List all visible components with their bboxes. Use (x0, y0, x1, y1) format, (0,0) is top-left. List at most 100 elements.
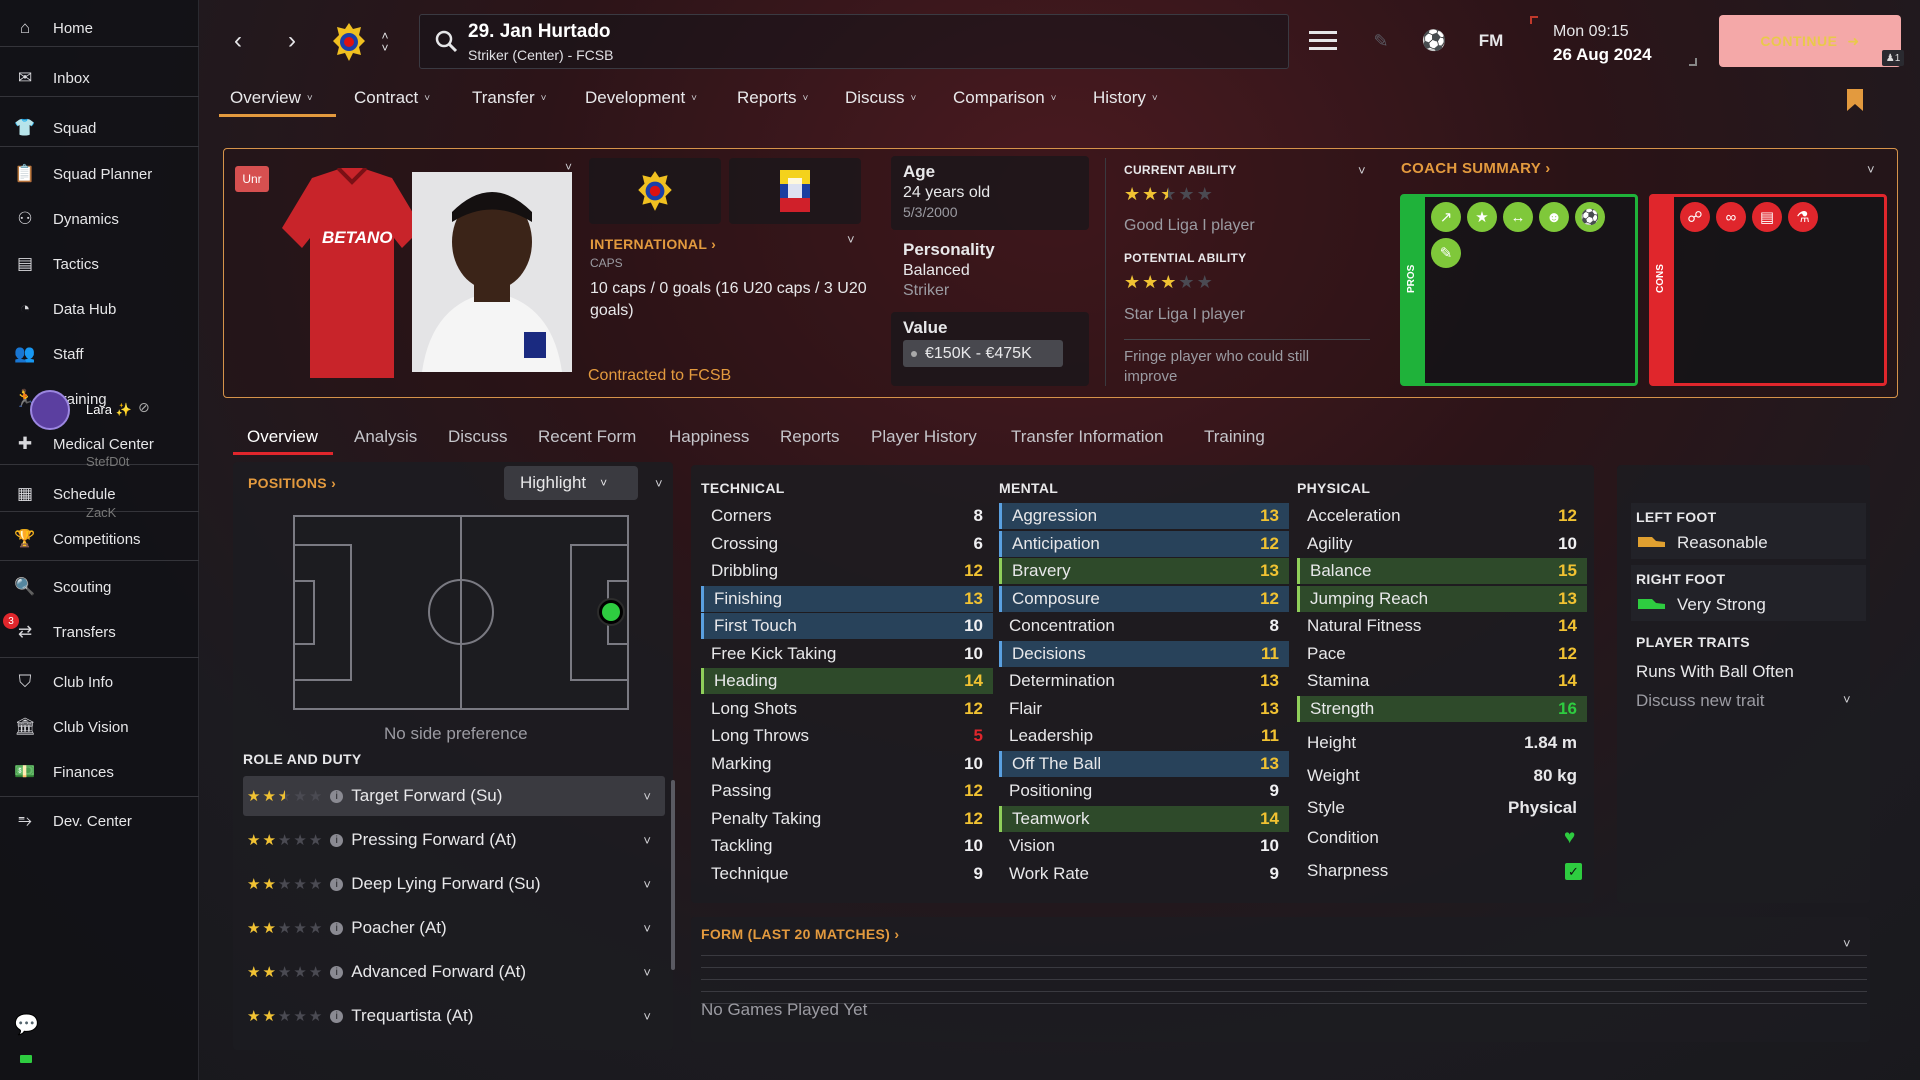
small-status-icon[interactable] (20, 1055, 32, 1063)
attribute-row[interactable]: Flair 13 (999, 696, 1289, 722)
positions-dropdown-chevron-icon[interactable]: ˅ (655, 476, 663, 491)
tab-analysis[interactable]: Analysis (354, 427, 417, 447)
attribute-row[interactable]: Jumping Reach 13 (1297, 585, 1587, 612)
attribute-row[interactable]: Technique 9 (701, 861, 993, 887)
attribute-row[interactable]: Natural Fitness 14 (1297, 613, 1587, 639)
tab-development[interactable]: Development ˅ (585, 88, 697, 108)
tab-transfer-information[interactable]: Transfer Information (1011, 427, 1163, 447)
attribute-row[interactable]: Tackling 10 (701, 833, 993, 859)
attribute-row[interactable]: Finishing 13 (701, 585, 993, 612)
trend-up-icon[interactable]: ↗ (1431, 202, 1461, 232)
attribute-row[interactable]: Long Shots 12 (701, 696, 993, 722)
form-link[interactable]: FORM (LAST 20 MATCHES) › (701, 926, 899, 942)
continue-button[interactable]: CONTINUE ➜ (1719, 15, 1901, 67)
tab-overview[interactable]: Overview (247, 427, 318, 447)
attribute-row[interactable]: Passing 12 (701, 778, 993, 804)
attribute-row[interactable]: Vision 10 (999, 833, 1289, 859)
discuss-trait-chevron-icon[interactable]: ˅ (1843, 692, 1851, 707)
forward-arrow-icon[interactable]: › (280, 26, 304, 56)
tab-discuss[interactable]: Discuss (448, 427, 508, 447)
sidebar-item-tactics[interactable]: ▤ Tactics (0, 244, 199, 284)
attribute-row[interactable]: Long Throws 5 (701, 723, 993, 749)
info-icon[interactable]: i (330, 1009, 344, 1023)
sidebar-item-squad[interactable]: 👕 Squad (0, 108, 199, 148)
tab-comparison[interactable]: Comparison ˅ (953, 88, 1057, 108)
tab-overview[interactable]: Overview ˅ (230, 88, 313, 108)
tab-reports[interactable]: Reports (780, 427, 840, 447)
flask-icon[interactable]: ⚗ (1788, 202, 1818, 232)
attribute-row[interactable]: Crossing 6 (701, 531, 993, 557)
current-date[interactable]: 26 Aug 2024 (1553, 45, 1652, 65)
sidebar-item-squad-planner[interactable]: 📋 Squad Planner (0, 154, 199, 194)
value-pill[interactable]: €150K - €475K (903, 340, 1063, 367)
discuss-trait-dropdown[interactable]: Discuss new trait (1636, 691, 1764, 711)
info-icon[interactable]: i (330, 789, 344, 803)
player-search-box[interactable]: 29. Jan Hurtado Striker (Center) - FCSB (419, 14, 1289, 69)
attribute-row[interactable]: Strength 16 (1297, 695, 1587, 722)
attribute-row[interactable]: Anticipation 12 (999, 530, 1289, 557)
chevron-down-icon[interactable]: ˅ (643, 965, 651, 980)
role-row[interactable]: ★ ★ ★ ★ ★ ★ ★ i Trequartista (At) ˅ (243, 996, 665, 1036)
sidebar-item-inbox[interactable]: ✉ Inbox (0, 58, 199, 98)
contract-text[interactable]: Contracted to FCSB (588, 367, 731, 385)
tab-player-history[interactable]: Player History (871, 427, 977, 447)
sidebar-item-finances[interactable]: 💵 Finances (0, 752, 199, 792)
tab-recent-form[interactable]: Recent Form (538, 427, 636, 447)
hamburger-menu-icon[interactable] (1309, 28, 1337, 52)
tab-discuss[interactable]: Discuss ˅ (845, 88, 916, 108)
tab-training[interactable]: Training (1204, 427, 1265, 447)
attribute-row[interactable]: First Touch 10 (701, 613, 993, 639)
attribute-row[interactable]: Stamina 14 (1297, 668, 1587, 694)
injury-icon[interactable]: ☍ (1680, 202, 1710, 232)
chevron-down-icon[interactable]: ˅ (643, 1009, 651, 1024)
roles-scrollbar[interactable] (671, 780, 675, 970)
sidebar-item-club-vision[interactable]: 🏛 Club Vision (0, 707, 199, 747)
chevron-down-icon[interactable]: ˅ (643, 789, 651, 804)
attribute-row[interactable]: Composure 12 (999, 585, 1289, 612)
positions-link[interactable]: POSITIONS › (248, 475, 336, 491)
attribute-row[interactable]: Work Rate 9 (999, 861, 1289, 887)
globe-ball-icon[interactable]: ⚽ (1421, 27, 1447, 53)
stretch-icon[interactable]: ↔ (1503, 202, 1533, 232)
tab-contract[interactable]: Contract ˅ (354, 88, 430, 108)
role-row[interactable]: ★ ★ ★ ★ ★ ★ ★ i Advanced Forward (At) ˅ (243, 952, 665, 992)
info-icon[interactable]: i (330, 833, 344, 847)
attribute-row[interactable]: Off The Ball 13 (999, 750, 1289, 777)
bookmark-icon[interactable] (1846, 88, 1866, 114)
tab-happiness[interactable]: Happiness (669, 427, 749, 447)
photo-dropdown-chevron-icon[interactable]: ˅ (565, 160, 572, 174)
star-icon[interactable]: ★ (1467, 202, 1497, 232)
attribute-row[interactable]: Pace 12 (1297, 641, 1587, 667)
attribute-row[interactable]: Free Kick Taking 10 (701, 641, 993, 667)
highlight-dropdown[interactable]: Highlight ˅ (504, 466, 638, 500)
club-crest-icon[interactable] (329, 20, 369, 64)
day-time[interactable]: Mon 09:15 (1553, 23, 1629, 41)
coach-summary-dropdown-chevron-icon[interactable]: ˅ (1867, 162, 1875, 177)
attribute-row[interactable]: Positioning 9 (999, 778, 1289, 804)
attribute-row[interactable]: Determination 13 (999, 668, 1289, 694)
attribute-row[interactable]: Agility 10 (1297, 531, 1587, 557)
sidebar-item-dynamics[interactable]: ⚇ Dynamics (0, 199, 199, 239)
sidebar-item-transfers[interactable]: ⇄ Transfers (0, 612, 199, 652)
attribute-row[interactable]: Heading 14 (701, 668, 993, 694)
tab-transfer[interactable]: Transfer ˅ (472, 88, 547, 108)
chevron-down-icon[interactable]: ˅ (643, 877, 651, 892)
sidebar-item-dev-center[interactable]: ⥱ Dev. Center (0, 801, 199, 841)
nation-flag-card[interactable] (729, 158, 861, 224)
info-icon[interactable]: i (330, 965, 344, 979)
sidebar-item-data-hub[interactable]: ◔ Data Hub (0, 289, 199, 329)
chevron-down-icon[interactable]: ˅ (643, 833, 651, 848)
tab-reports[interactable]: Reports ˅ (737, 88, 808, 108)
sidebar-item-club-info[interactable]: ⛉ Club Info (0, 662, 199, 702)
current-ability-dropdown-chevron-icon[interactable]: ˅ (1358, 163, 1366, 178)
international-link[interactable]: INTERNATIONAL › (590, 236, 716, 252)
international-dropdown-chevron-icon[interactable]: ˅ (847, 232, 855, 247)
sidebar-item-scouting[interactable]: 🔍 Scouting (0, 567, 199, 607)
player-trait[interactable]: Runs With Ball Often (1636, 662, 1794, 682)
coach-summary-link[interactable]: COACH SUMMARY › (1401, 160, 1551, 177)
attribute-row[interactable]: Balance 15 (1297, 558, 1587, 584)
attribute-row[interactable]: Corners 8 (701, 503, 993, 529)
attribute-row[interactable]: Bravery 13 (999, 558, 1289, 584)
attribute-row[interactable]: Penalty Taking 12 (701, 806, 993, 832)
search-icon[interactable] (434, 29, 458, 53)
